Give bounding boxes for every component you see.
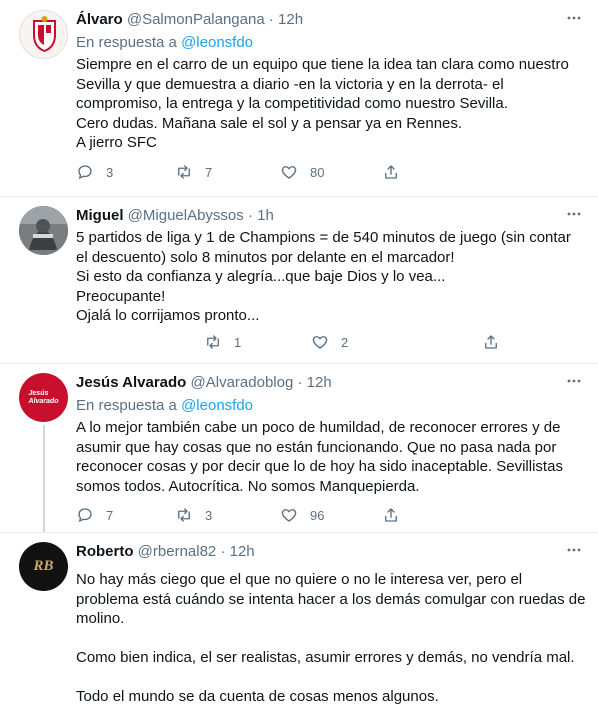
user-photo-icon: [19, 206, 68, 255]
avatar-text: Jesús Alvarado: [28, 389, 59, 405]
share-button[interactable]: [382, 162, 400, 182]
reply-button[interactable]: 3: [76, 162, 113, 182]
like-icon: [312, 336, 328, 349]
retweet-icon: [178, 165, 190, 179]
separator: ·: [243, 207, 258, 224]
user-handle[interactable]: @MiguelAbyssos: [128, 207, 244, 224]
retweet-button[interactable]: 1: [204, 332, 241, 352]
reply-mention-link[interactable]: @leonsfdo: [181, 397, 253, 414]
like-button[interactable]: 96: [280, 505, 324, 525]
tweet-text: 5 partidos de liga y 1 de Champions = de…: [76, 229, 571, 324]
tweet-content: Jesús Alvarado @Alvaradoblog · 12h En re…: [76, 373, 586, 496]
tweet-header: Miguel @MiguelAbyssos · 1h: [76, 206, 586, 226]
timestamp[interactable]: 12h: [278, 11, 303, 28]
more-icon[interactable]: [566, 542, 582, 558]
reply-count: 3: [106, 164, 114, 180]
tweet[interactable]: Miguel @MiguelAbyssos · 1h 5 partidos de…: [0, 196, 598, 364]
like-count: 2: [341, 334, 349, 350]
like-count: 96: [310, 507, 325, 523]
like-icon: [281, 166, 297, 179]
tweet-header: Jesús Alvarado @Alvaradoblog · 12h: [76, 373, 586, 393]
like-count: 80: [310, 164, 325, 180]
tweet[interactable]: Álvaro @SalmonPalangana · 12h En respues…: [0, 0, 598, 197]
tweet-header: Álvaro @SalmonPalangana · 12h: [76, 10, 586, 30]
more-icon[interactable]: [566, 373, 582, 389]
reply-context: En respuesta a @leonsfdo: [76, 33, 586, 53]
retweet-icon: [207, 335, 219, 349]
reply-context: En respuesta a @leonsfdo: [76, 396, 586, 416]
like-button[interactable]: 2: [311, 332, 348, 352]
avatar[interactable]: RB: [19, 542, 68, 591]
retweet-count: 3: [205, 507, 213, 523]
avatar-text: RB: [33, 558, 54, 574]
reply-mention-link[interactable]: @leonsfdo: [181, 34, 253, 51]
separator: ·: [293, 374, 307, 391]
tweet-content: Álvaro @SalmonPalangana · 12h En respues…: [76, 10, 586, 153]
retweet-count: 7: [205, 164, 213, 180]
timestamp[interactable]: 12h: [307, 374, 332, 391]
tweet[interactable]: RB Roberto @rbernal82 · 12h No hay más c…: [0, 532, 598, 707]
like-button[interactable]: 80: [280, 162, 324, 182]
tweet-text: Siempre en el carro de un equipo que tie…: [76, 56, 569, 151]
action-bar: 1 2: [76, 332, 516, 352]
more-icon[interactable]: [566, 10, 582, 26]
more-icon[interactable]: [566, 206, 582, 222]
retweet-count: 1: [234, 334, 242, 350]
user-handle[interactable]: @Alvaradoblog: [191, 374, 294, 391]
avatar[interactable]: [19, 206, 68, 255]
reply-count: 7: [106, 507, 114, 523]
timestamp[interactable]: 12h: [230, 543, 255, 560]
reply-prefix: En respuesta a: [76, 34, 182, 51]
reply-icon: [78, 165, 92, 180]
tweet-header: Roberto @rbernal82 · 12h: [76, 542, 586, 562]
reply-prefix: En respuesta a: [76, 397, 182, 414]
avatar[interactable]: [19, 10, 68, 59]
reply-icon: [78, 508, 92, 523]
sevilla-crest-icon: [20, 11, 67, 58]
user-name[interactable]: Roberto: [76, 543, 134, 560]
tweet-text: A lo mejor también cabe un poco de humil…: [76, 419, 563, 495]
user-name[interactable]: Jesús Alvarado: [76, 374, 186, 391]
user-handle[interactable]: @SalmonPalangana: [127, 11, 265, 28]
tweet-content: Miguel @MiguelAbyssos · 1h 5 partidos de…: [76, 206, 586, 326]
action-bar: 7 3 96: [76, 505, 516, 525]
retweet-icon: [178, 508, 190, 522]
timestamp[interactable]: 1h: [257, 207, 274, 224]
reply-button[interactable]: 7: [76, 505, 113, 525]
share-button[interactable]: [382, 505, 400, 525]
like-icon: [281, 509, 297, 522]
share-icon: [385, 508, 397, 522]
tweet-content: Roberto @rbernal82 · 12h No hay más cieg…: [76, 542, 586, 707]
share-icon: [385, 165, 397, 179]
separator: ·: [216, 543, 230, 560]
retweet-button[interactable]: 7: [175, 162, 212, 182]
user-name[interactable]: Miguel: [76, 207, 124, 224]
avatar[interactable]: Jesús Alvarado: [19, 373, 68, 422]
separator: ·: [264, 11, 279, 28]
user-name[interactable]: Álvaro: [76, 11, 123, 28]
action-bar: 3 7 80: [76, 162, 516, 182]
share-icon: [485, 335, 497, 349]
tweet[interactable]: Jesús Alvarado Jesús Alvarado @Alvaradob…: [0, 363, 598, 533]
share-button[interactable]: [482, 332, 500, 352]
retweet-button[interactable]: 3: [175, 505, 212, 525]
tweet-text: No hay más ciego que el que no quiere o …: [76, 571, 586, 705]
thread-connector: [43, 425, 45, 532]
user-handle[interactable]: @rbernal82: [138, 543, 217, 560]
